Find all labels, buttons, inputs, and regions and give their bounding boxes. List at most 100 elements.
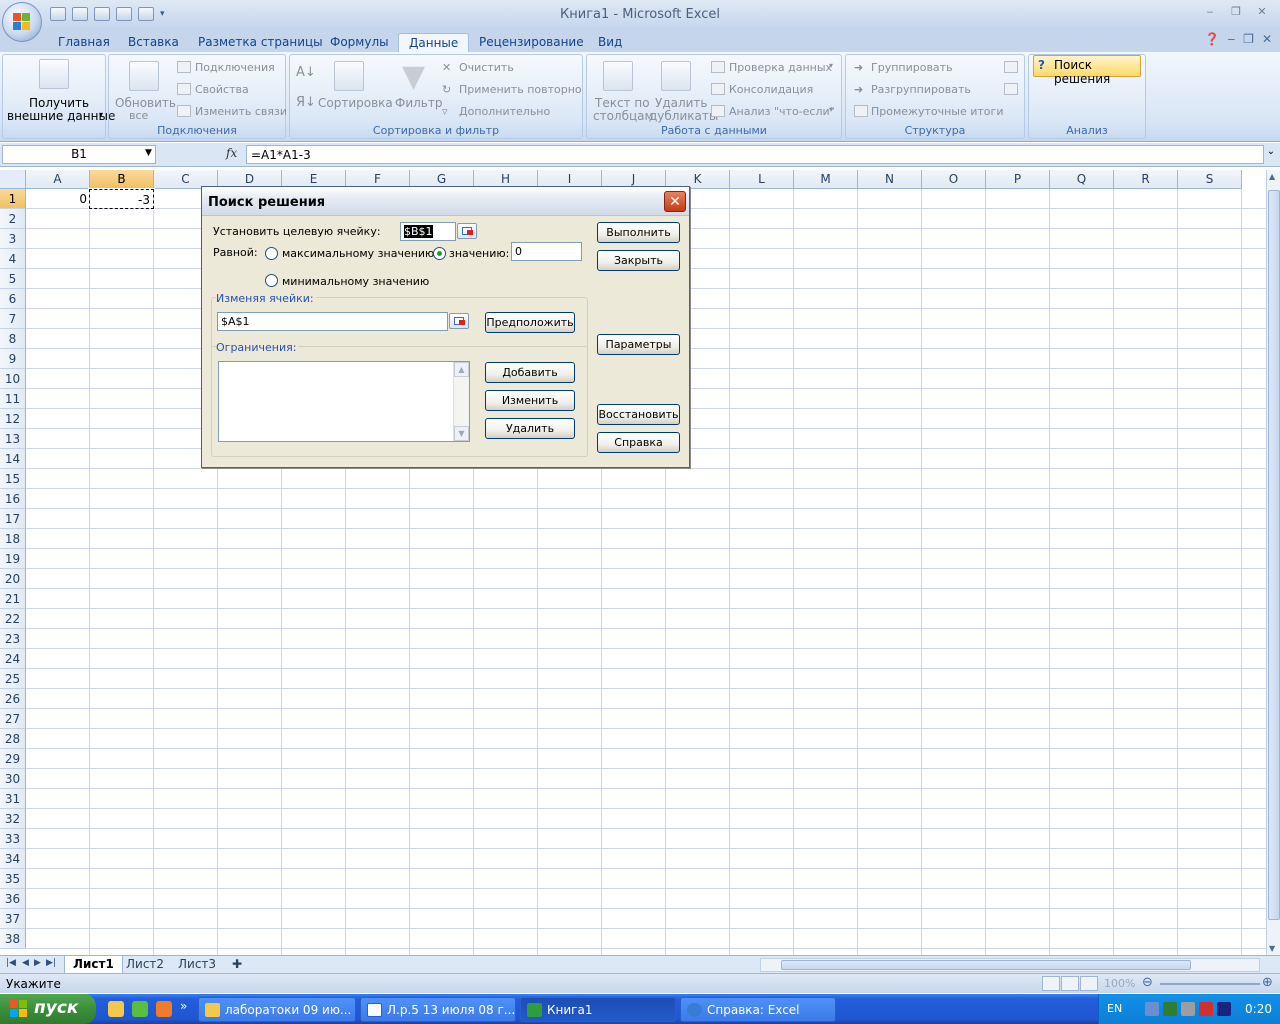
column-header-r[interactable]: R <box>1114 170 1178 189</box>
what-if-item[interactable]: Анализ "что-если" <box>729 105 835 118</box>
row-header-17[interactable]: 17 <box>0 509 26 529</box>
solve-button[interactable]: Выполнить <box>597 222 680 243</box>
row-header-37[interactable]: 37 <box>0 909 26 929</box>
options-button[interactable]: Параметры <box>597 334 680 355</box>
properties-item[interactable]: Свойства <box>195 83 249 96</box>
quicklaunch-more-icon[interactable]: » <box>180 999 187 1013</box>
sort-az-icon[interactable]: А↓ <box>296 65 316 80</box>
sort-button[interactable]: Сортировка <box>318 96 393 110</box>
scroll-up-icon[interactable]: ▲ <box>454 362 469 377</box>
radio-max-label[interactable]: максимальному значению <box>282 247 434 260</box>
row-header-2[interactable]: 2 <box>0 209 26 229</box>
row-header-24[interactable]: 24 <box>0 649 26 669</box>
filter-button[interactable]: Фильтр <box>395 96 442 110</box>
guess-button[interactable]: Предположить <box>485 312 575 333</box>
chevron-down-icon[interactable]: ▼ <box>145 148 152 158</box>
connections-item[interactable]: Подключения <box>195 61 275 74</box>
text-to-columns-label1[interactable]: Текст по <box>595 96 650 110</box>
tab-insert[interactable]: Вставка <box>118 33 189 53</box>
row-header-10[interactable]: 10 <box>0 369 26 389</box>
refresh-all-label2[interactable]: все <box>129 109 148 122</box>
row-header-18[interactable]: 18 <box>0 529 26 549</box>
row-header-28[interactable]: 28 <box>0 729 26 749</box>
text-to-columns-label2[interactable]: столбцам <box>593 109 654 123</box>
quicklaunch-3-icon[interactable] <box>156 1001 172 1017</box>
zoom-slider[interactable] <box>1160 983 1260 985</box>
row-header-3[interactable]: 3 <box>0 229 26 249</box>
page-break-view-icon[interactable] <box>1080 976 1098 991</box>
column-header-l[interactable]: L <box>730 170 794 189</box>
radio-min-label[interactable]: минимальному значению <box>282 275 429 288</box>
zoom-in-icon[interactable]: ⊕ <box>1262 975 1273 990</box>
normal-view-icon[interactable] <box>1042 976 1060 991</box>
tray-network-icon[interactable] <box>1145 1002 1159 1016</box>
row-header-11[interactable]: 11 <box>0 389 26 409</box>
row-header-13[interactable]: 13 <box>0 429 26 449</box>
solver-button[interactable]: ? Поиск решения <box>1033 55 1141 86</box>
reset-all-button[interactable]: Восстановить <box>597 404 680 425</box>
radio-value[interactable] <box>433 247 446 260</box>
row-header-8[interactable]: 8 <box>0 329 26 349</box>
help-button[interactable]: Справка <box>597 432 680 453</box>
quicklaunch-1-icon[interactable] <box>108 1001 124 1017</box>
row-header-15[interactable]: 15 <box>0 469 26 489</box>
target-cell-input[interactable]: $B$1 <box>400 222 456 241</box>
formula-input[interactable]: =A1*A1-3 <box>246 145 1264 164</box>
task-excel[interactable]: Книга1 <box>520 997 676 1022</box>
quicklaunch-2-icon[interactable] <box>132 1001 148 1017</box>
refresh-all-label1[interactable]: Обновить <box>115 96 176 110</box>
value-input[interactable]: 0 <box>511 242 582 261</box>
minimize-workbook-icon[interactable]: ‒ <box>1228 32 1236 46</box>
edit-links-item[interactable]: Изменить связи <box>195 105 287 118</box>
select-all-corner[interactable] <box>0 170 26 189</box>
data-validation-item[interactable]: Проверка данных <box>729 61 832 74</box>
reapply-item[interactable]: Применить повторно <box>459 83 582 96</box>
cell-b1[interactable]: -3 <box>88 188 155 210</box>
insert-function-icon[interactable]: fx <box>226 146 237 160</box>
column-header-b[interactable]: B <box>90 170 154 189</box>
row-header-7[interactable]: 7 <box>0 309 26 329</box>
tray-antivirus-icon[interactable] <box>1163 1002 1177 1016</box>
minimize-icon[interactable]: ‒ <box>1200 4 1220 20</box>
column-header-q[interactable]: Q <box>1050 170 1114 189</box>
tab-page-layout[interactable]: Разметка страницы <box>188 33 333 53</box>
row-header-22[interactable]: 22 <box>0 609 26 629</box>
row-header-23[interactable]: 23 <box>0 629 26 649</box>
zoom-out-icon[interactable]: ⊖ <box>1142 975 1153 990</box>
remove-duplicates-label1[interactable]: Удалить <box>655 96 708 110</box>
row-header-35[interactable]: 35 <box>0 869 26 889</box>
ungroup-item[interactable]: Разгруппировать <box>871 83 971 96</box>
row-header-31[interactable]: 31 <box>0 789 26 809</box>
remove-duplicates-label2[interactable]: дубликаты <box>649 109 718 123</box>
constraints-scrollbar[interactable]: ▲ ▼ <box>453 362 469 441</box>
row-header-30[interactable]: 30 <box>0 769 26 789</box>
tab-review[interactable]: Рецензирование <box>469 33 594 53</box>
next-sheet-icon[interactable]: ▶ <box>34 958 41 968</box>
tray-media-icon[interactable] <box>1199 1002 1213 1016</box>
office-button[interactable] <box>2 2 42 42</box>
row-header-1[interactable]: 1 <box>0 189 26 209</box>
row-header-32[interactable]: 32 <box>0 809 26 829</box>
zoom-level[interactable]: 100% <box>1104 977 1135 990</box>
row-header-12[interactable]: 12 <box>0 409 26 429</box>
row-header-38[interactable]: 38 <box>0 929 26 949</box>
tray-security-icon[interactable] <box>1181 1002 1195 1016</box>
restore-icon[interactable]: ❐ <box>1226 4 1246 20</box>
task-help[interactable]: Справка: Excel <box>680 997 836 1022</box>
page-layout-view-icon[interactable] <box>1061 976 1079 991</box>
advanced-item[interactable]: Дополнительно <box>459 105 550 118</box>
horizontal-scrollbar[interactable] <box>760 958 1260 972</box>
row-header-20[interactable]: 20 <box>0 569 26 589</box>
close-workbook-icon[interactable]: ✕ <box>1262 32 1272 46</box>
changing-cells-input[interactable]: $A$1 <box>217 312 448 331</box>
tab-home[interactable]: Главная <box>48 33 120 53</box>
delete-button[interactable]: Удалить <box>485 418 575 439</box>
row-header-34[interactable]: 34 <box>0 849 26 869</box>
tab-data[interactable]: Данные <box>398 33 470 53</box>
row-header-36[interactable]: 36 <box>0 889 26 909</box>
help-icon[interactable]: ❓ <box>1205 32 1220 46</box>
name-box[interactable]: B1 <box>2 145 156 164</box>
row-header-27[interactable]: 27 <box>0 709 26 729</box>
tray-audio-icon[interactable] <box>1217 1002 1231 1016</box>
column-header-m[interactable]: M <box>794 170 858 189</box>
